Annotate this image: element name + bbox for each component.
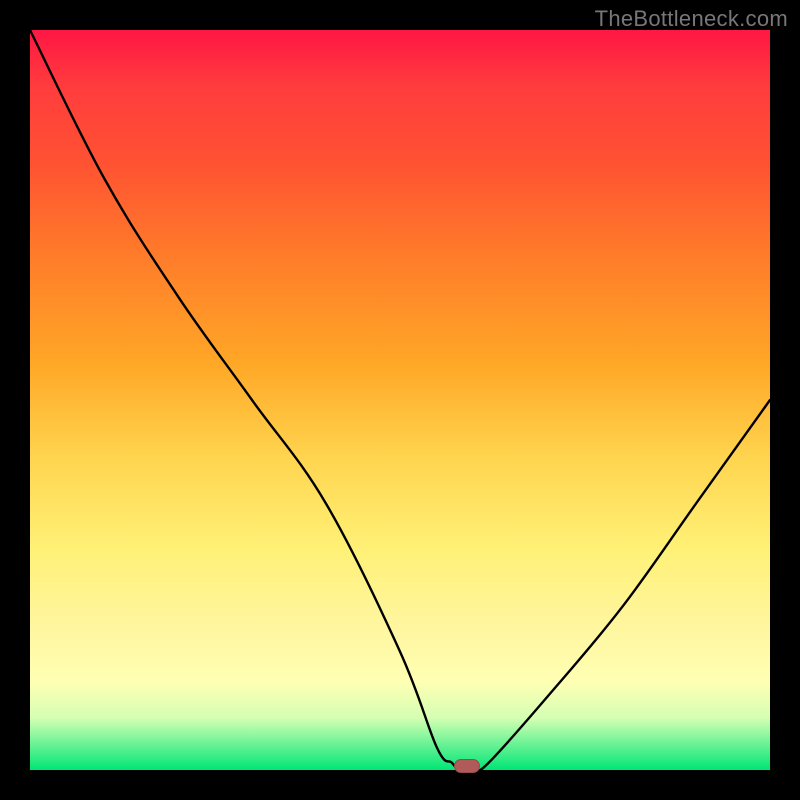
chart-frame: TheBottleneck.com	[0, 0, 800, 800]
bottleneck-curve	[30, 30, 770, 771]
watermark: TheBottleneck.com	[595, 6, 788, 32]
bottleneck-marker	[454, 759, 480, 773]
curve-svg	[30, 30, 770, 770]
plot-area	[30, 30, 770, 770]
